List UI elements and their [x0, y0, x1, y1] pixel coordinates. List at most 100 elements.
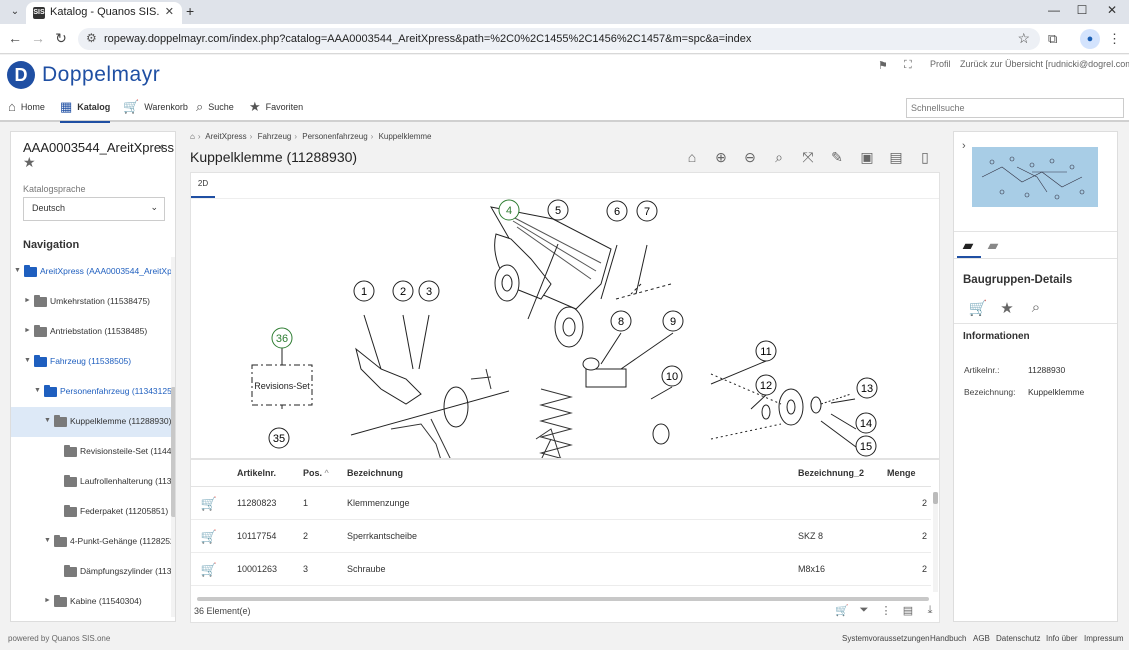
footer-link-privacy[interactable]: Datenschutz	[996, 634, 1040, 643]
tree-item-kuppelklemme[interactable]: ▼ Kuppelklemme (11288930)	[11, 407, 171, 437]
add-to-cart-icon[interactable]: 🛒	[199, 494, 219, 514]
minimize-icon[interactable]: —	[1046, 3, 1062, 17]
footer-link-manual[interactable]: Handbuch	[930, 634, 966, 643]
browser-tab[interactable]: SIS Katalog - Quanos SIS.one [DEB ✕	[26, 2, 182, 24]
flag-icon[interactable]: ⚑	[878, 59, 888, 72]
table-horizontal-scrollbar[interactable]	[197, 597, 929, 601]
table-row[interactable]: 🛒 11280823 1 Klemmenzunge 2	[191, 487, 931, 520]
breadcrumb-item[interactable]: Fahrzeug	[258, 132, 292, 141]
callout-5[interactable]: 5	[547, 199, 569, 221]
pdf-icon[interactable]: ▯	[916, 149, 934, 165]
fullscreen-icon[interactable]: ⛶	[904, 59, 912, 72]
breadcrumb-item[interactable]: Kuppelklemme	[379, 132, 432, 141]
column-header-artikelnr[interactable]: Artikelnr.	[237, 468, 276, 478]
browser-profile-icon[interactable]: ●	[1080, 29, 1100, 49]
footer-link-info[interactable]: Info über	[1046, 634, 1078, 643]
breadcrumb-item[interactable]: Personenfahrzeug	[302, 132, 367, 141]
quicksearch-input[interactable]	[906, 98, 1124, 118]
column-header-bezeichnung2[interactable]: Bezeichnung_2	[798, 468, 864, 478]
callout-9[interactable]: 9	[662, 310, 684, 332]
sidebar-scrollbar[interactable]	[171, 257, 175, 617]
nav-home[interactable]: ⌂ Home	[8, 99, 45, 119]
tree-caret-right-icon[interactable]: ►	[24, 327, 31, 334]
callout-7[interactable]: 7	[636, 200, 658, 222]
tree-item-umkehrstation[interactable]: ► Umkehrstation (11538475)	[11, 287, 171, 317]
table-row[interactable]: 🛒 10117754 2 Sperrkantscheibe SKZ 8 2	[191, 520, 931, 553]
comments-icon[interactable]: ▰	[984, 237, 1002, 254]
forward-icon[interactable]: →	[29, 30, 47, 46]
column-header-bezeichnung[interactable]: Bezeichnung	[347, 468, 403, 478]
reload-icon[interactable]: ↻	[52, 30, 70, 47]
download-icon[interactable]: ⤓	[923, 604, 937, 617]
table-icon[interactable]: ▤	[887, 149, 905, 165]
callout-11[interactable]: 11	[755, 340, 777, 362]
clipboard-icon[interactable]: ▤	[901, 604, 915, 617]
callout-4[interactable]: 4	[498, 199, 520, 221]
callout-13[interactable]: 13	[856, 377, 878, 399]
footer-link-terms[interactable]: AGB	[973, 634, 990, 643]
pen-icon[interactable]: ✎	[828, 149, 846, 165]
back-icon[interactable]: ←	[6, 30, 24, 46]
nav-catalog[interactable]: ▦ Katalog	[60, 99, 111, 123]
language-select[interactable]: Deutsch ⌄	[23, 197, 165, 221]
footer-link-system-requirements[interactable]: Systemvoraussetzungen	[842, 634, 930, 643]
home-icon[interactable]: ⌂	[190, 132, 195, 141]
tree-caret-right-icon[interactable]: ►	[24, 297, 31, 304]
table-vertical-scrollbar[interactable]	[933, 492, 938, 592]
sidebar-scroll-thumb[interactable]	[171, 387, 175, 517]
home-view-icon[interactable]: ⌂	[683, 149, 701, 165]
tree-item-4-punkt-gehaenge[interactable]: ▼ 4-Punkt-Gehänge (1128252	[11, 527, 175, 557]
favorite-star-icon[interactable]: ★	[23, 154, 36, 171]
search-icon[interactable]: ⌕	[770, 149, 788, 165]
callout-8[interactable]: 8	[610, 310, 632, 332]
tree-item-laufrollenhalterung[interactable]: Laufrollenhalterung (113	[11, 467, 172, 497]
address-bar[interactable]: ⚙ ropeway.doppelmayr.com/index.php?catal…	[78, 28, 1040, 50]
tab-2d[interactable]: 2D	[191, 173, 215, 198]
zoom-out-icon[interactable]: ⊖	[741, 149, 759, 165]
callout-15[interactable]: 15	[855, 435, 877, 457]
drawing-thumbnail[interactable]	[972, 147, 1098, 207]
tree-caret-down-icon[interactable]: ▼	[44, 417, 51, 424]
tab-search-icon[interactable]: ⌄	[6, 3, 24, 21]
nav-search[interactable]: ⌕ Suche	[196, 99, 234, 119]
tree-item-fahrzeug[interactable]: ▼ Fahrzeug (11538505)	[11, 347, 171, 377]
tree-item-daempfungszylinder[interactable]: Dämpfungszylinder (113	[11, 557, 172, 587]
nav-favorites[interactable]: ★ Favoriten	[249, 99, 303, 119]
new-tab-icon[interactable]: +	[186, 3, 194, 19]
tree-caret-right-icon[interactable]: ►	[44, 597, 51, 604]
column-header-pos[interactable]: Pos. ^	[303, 468, 329, 478]
cart-add-all-icon[interactable]: 🛒	[835, 604, 849, 617]
extensions-icon[interactable]: ⧉	[1048, 31, 1057, 47]
site-info-icon[interactable]: ⚙	[86, 31, 97, 45]
tree-item-antriebstation[interactable]: ► Antriebstation (11538485)	[11, 317, 171, 347]
callout-6[interactable]: 6	[606, 200, 628, 222]
maximize-icon[interactable]: ☐	[1074, 3, 1090, 17]
tree-caret-down-icon[interactable]: ▼	[34, 387, 41, 394]
zoom-in-icon[interactable]: ⊕	[712, 149, 730, 165]
callout-14[interactable]: 14	[855, 412, 877, 434]
add-to-cart-icon[interactable]: 🛒	[199, 527, 219, 547]
close-tab-icon[interactable]: ✕	[165, 5, 174, 18]
expand-panel-icon[interactable]: ›	[962, 140, 966, 152]
callout-3[interactable]: 3	[418, 280, 440, 302]
bookmark-star-icon[interactable]: ☆	[1017, 30, 1030, 47]
callout-12[interactable]: 12	[755, 374, 777, 396]
callout-35[interactable]: 35	[268, 427, 290, 449]
tree-item-personenfahrzeug[interactable]: ▼ Personenfahrzeug (11343125)	[11, 377, 175, 407]
details-chat-icon[interactable]: ▰	[959, 237, 977, 254]
nav-cart[interactable]: 🛒 Warenkorb	[123, 99, 188, 119]
table-row[interactable]: 🛒 10001263 3 Schraube M8x16 2	[191, 553, 931, 586]
footer-link-imprint[interactable]: Impressum	[1084, 634, 1124, 643]
close-window-icon[interactable]: ✕	[1104, 3, 1120, 17]
tree-caret-down-icon[interactable]: ▼	[44, 537, 51, 544]
tree-item-areitxpress[interactable]: ▼ AreitXpress (AAA0003544_AreitXpress)	[11, 257, 175, 287]
fit-view-icon[interactable]: ⤧	[799, 149, 817, 165]
callout-36[interactable]: 36	[271, 327, 293, 349]
tree-item-revisionsteile-set[interactable]: Revisionsteile-Set (11445	[11, 437, 175, 467]
filter-icon[interactable]: ⏷	[857, 604, 871, 617]
exploded-drawing[interactable]: Revisions-Set 1 2 3 4 5 6 7 8 9 10 11 12…	[191, 199, 940, 459]
collapse-sidebar-icon[interactable]: ‹	[159, 138, 164, 154]
search-icon[interactable]: ⌕	[1026, 299, 1046, 316]
image-icon[interactable]: ▣	[858, 149, 876, 165]
callout-2[interactable]: 2	[392, 280, 414, 302]
